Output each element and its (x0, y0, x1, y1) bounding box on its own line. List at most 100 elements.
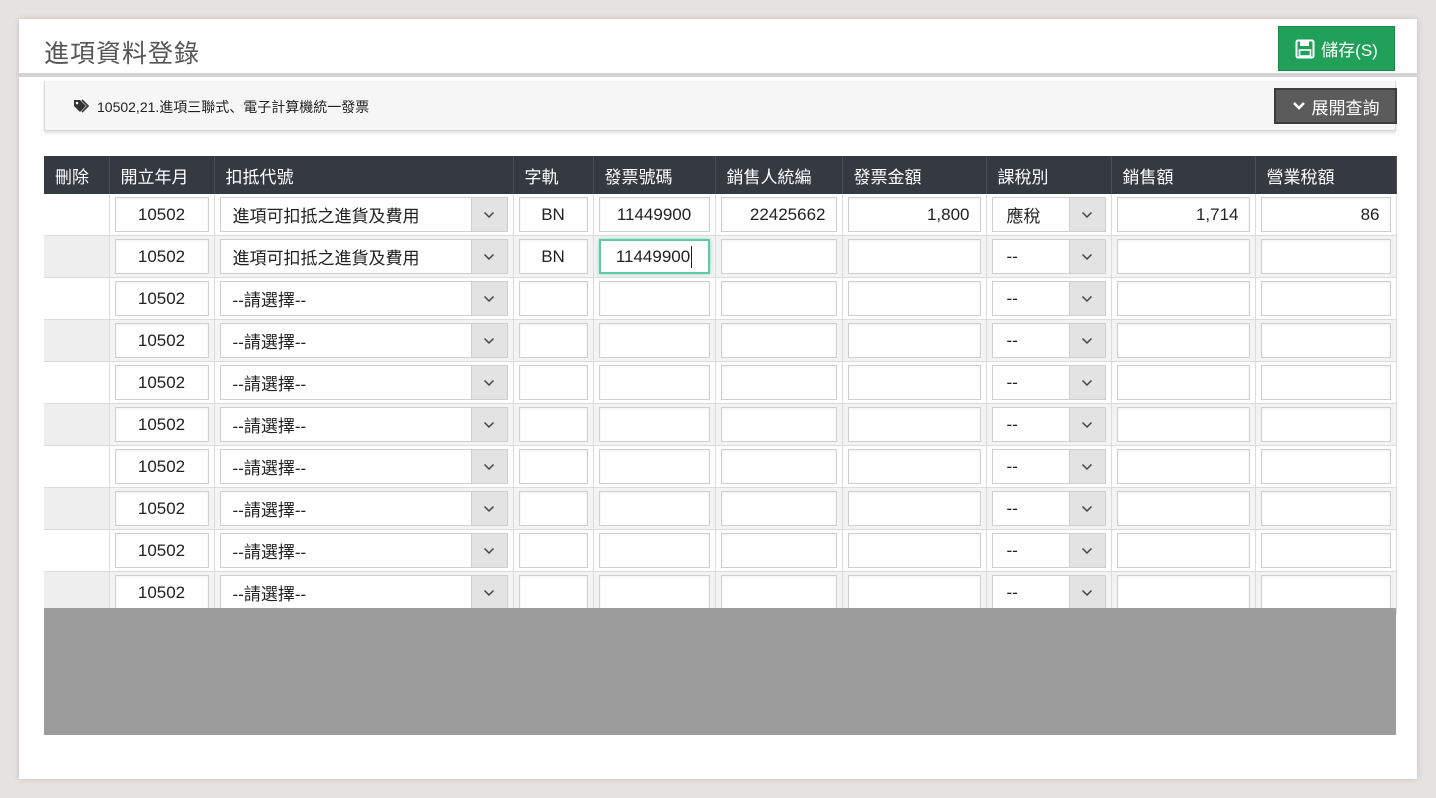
sales-amount-input[interactable] (1116, 281, 1250, 316)
tax-amount-input[interactable] (1260, 281, 1391, 316)
sales-amount-input[interactable] (1116, 365, 1250, 400)
seller-id-input[interactable]: 22425662 (720, 197, 837, 232)
tax-type-select[interactable]: -- (991, 491, 1106, 526)
delete-cell[interactable] (44, 445, 110, 488)
tax-type-select[interactable]: -- (991, 281, 1106, 316)
month-input[interactable]: 10502 (114, 449, 209, 484)
month-input[interactable]: 10502 (114, 323, 209, 358)
track-input[interactable] (518, 449, 588, 484)
track-input[interactable] (518, 407, 588, 442)
tax-type-select[interactable]: -- (991, 449, 1106, 484)
invoice-amount-input[interactable] (847, 407, 981, 442)
invoice-number-input[interactable] (598, 575, 710, 610)
invoice-number-input[interactable] (598, 281, 710, 316)
sales-amount-input[interactable] (1116, 323, 1250, 358)
tax-amount-input[interactable] (1260, 323, 1391, 358)
chevron-down-icon[interactable] (470, 576, 507, 609)
sales-amount-input[interactable] (1116, 491, 1250, 526)
chevron-down-icon[interactable] (470, 492, 507, 525)
chevron-down-icon[interactable] (470, 198, 507, 231)
invoice-number-input[interactable] (598, 323, 710, 358)
month-input[interactable]: 10502 (114, 239, 209, 274)
invoice-amount-input[interactable] (847, 533, 981, 568)
deduct-code-select[interactable]: --請選擇-- (219, 533, 508, 568)
track-input[interactable]: BN (518, 239, 588, 274)
chevron-down-icon[interactable] (470, 450, 507, 483)
track-input[interactable] (518, 365, 588, 400)
delete-cell[interactable] (44, 319, 110, 362)
chevron-down-icon[interactable] (1068, 324, 1105, 357)
invoice-number-input[interactable] (598, 449, 710, 484)
chevron-down-icon[interactable] (470, 534, 507, 567)
deduct-code-select[interactable]: --請選擇-- (219, 575, 508, 610)
invoice-amount-input[interactable] (847, 575, 981, 610)
delete-cell[interactable] (44, 235, 110, 278)
deduct-code-select[interactable]: --請選擇-- (219, 407, 508, 442)
tax-amount-input[interactable] (1260, 407, 1391, 442)
invoice-amount-input[interactable] (847, 365, 981, 400)
month-input[interactable]: 10502 (114, 365, 209, 400)
tax-type-select[interactable]: -- (991, 365, 1106, 400)
track-input[interactable] (518, 491, 588, 526)
tax-type-select[interactable]: -- (991, 323, 1106, 358)
seller-id-input[interactable] (720, 491, 837, 526)
chevron-down-icon[interactable] (1068, 282, 1105, 315)
month-input[interactable]: 10502 (114, 407, 209, 442)
seller-id-input[interactable] (720, 407, 837, 442)
track-input[interactable] (518, 281, 588, 316)
tax-type-select[interactable]: -- (991, 575, 1106, 610)
chevron-down-icon[interactable] (470, 324, 507, 357)
invoice-number-input[interactable] (598, 365, 710, 400)
invoice-amount-input[interactable] (847, 323, 981, 358)
deduct-code-select[interactable]: --請選擇-- (219, 449, 508, 484)
tax-amount-input[interactable] (1260, 533, 1391, 568)
delete-cell[interactable] (44, 403, 110, 446)
save-button[interactable]: 儲存(S) (1278, 26, 1395, 71)
tax-amount-input[interactable] (1260, 575, 1391, 610)
invoice-number-input[interactable] (598, 491, 710, 526)
delete-cell[interactable] (44, 194, 110, 236)
seller-id-input[interactable] (720, 281, 837, 316)
sales-amount-input[interactable] (1116, 575, 1250, 610)
delete-cell[interactable] (44, 487, 110, 530)
delete-cell[interactable] (44, 361, 110, 404)
month-input[interactable]: 10502 (114, 491, 209, 526)
sales-amount-input[interactable] (1116, 239, 1250, 274)
chevron-down-icon[interactable] (470, 282, 507, 315)
chevron-down-icon[interactable] (1068, 492, 1105, 525)
sales-amount-input[interactable]: 1,714 (1116, 197, 1250, 232)
month-input[interactable]: 10502 (114, 197, 209, 232)
invoice-amount-input[interactable]: 1,800 (847, 197, 981, 232)
invoice-amount-input[interactable] (847, 281, 981, 316)
tax-amount-input[interactable] (1260, 491, 1391, 526)
deduct-code-select[interactable]: --請選擇-- (219, 365, 508, 400)
track-input[interactable] (518, 323, 588, 358)
seller-id-input[interactable] (720, 239, 837, 274)
invoice-number-input[interactable] (598, 407, 710, 442)
seller-id-input[interactable] (720, 449, 837, 484)
invoice-number-input[interactable]: 11449900 (598, 239, 710, 274)
month-input[interactable]: 10502 (114, 533, 209, 568)
tax-amount-input[interactable]: 86 (1260, 197, 1391, 232)
tax-amount-input[interactable] (1260, 365, 1391, 400)
invoice-amount-input[interactable] (847, 491, 981, 526)
delete-cell[interactable] (44, 529, 110, 572)
sales-amount-input[interactable] (1116, 407, 1250, 442)
chevron-down-icon[interactable] (470, 240, 507, 273)
tax-type-select[interactable]: -- (991, 533, 1106, 568)
invoice-amount-input[interactable] (847, 239, 981, 274)
tax-amount-input[interactable] (1260, 449, 1391, 484)
seller-id-input[interactable] (720, 323, 837, 358)
chevron-down-icon[interactable] (470, 366, 507, 399)
chevron-down-icon[interactable] (470, 408, 507, 441)
invoice-amount-input[interactable] (847, 449, 981, 484)
tax-type-select[interactable]: 應稅 (991, 197, 1106, 232)
month-input[interactable]: 10502 (114, 281, 209, 316)
deduct-code-select[interactable]: --請選擇-- (219, 281, 508, 316)
deduct-code-select[interactable]: 進項可扣抵之進貨及費用 (219, 239, 508, 274)
expand-query-button[interactable]: 展開查詢 (1274, 88, 1397, 124)
chevron-down-icon[interactable] (1068, 240, 1105, 273)
chevron-down-icon[interactable] (1068, 366, 1105, 399)
deduct-code-select[interactable]: --請選擇-- (219, 323, 508, 358)
tax-amount-input[interactable] (1260, 239, 1391, 274)
